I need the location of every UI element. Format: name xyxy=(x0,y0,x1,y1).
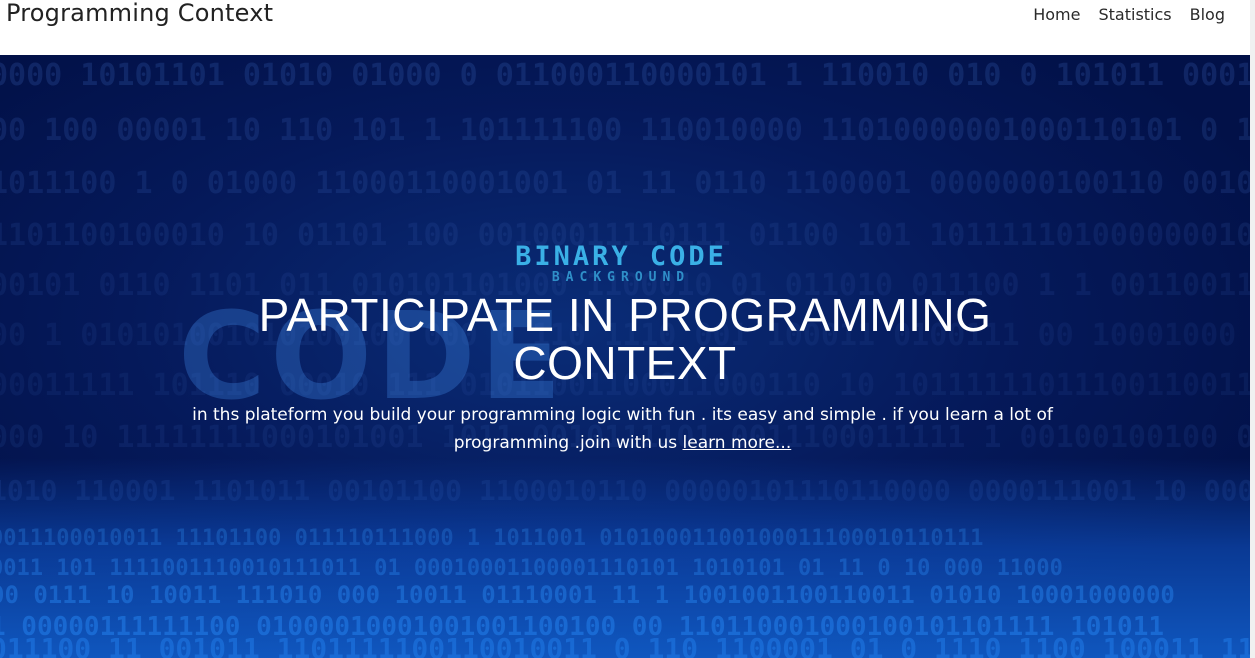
learn-more-link[interactable]: learn more... xyxy=(683,433,792,453)
hero-title: PARTICIPATE IN PROGRAMMING CONTEXT xyxy=(125,291,1125,387)
hero-description: in ths plateform you build your programm… xyxy=(160,401,1085,457)
hero-description-text: in ths plateform you build your programm… xyxy=(192,405,1053,453)
logo-sub-text: BACKGROUND xyxy=(551,270,691,285)
hero-title-line2: CONTEXT xyxy=(513,337,737,389)
binary-digit-row: 00 100 00001 10 110 101 1 101111100 1100… xyxy=(0,113,1250,148)
nav-link-blog[interactable]: Blog xyxy=(1190,5,1225,24)
nav-links: Home Statistics Blog xyxy=(1033,5,1225,24)
binary-digit-row: 0000 10101101 01010 01000 0 011000110000… xyxy=(0,58,1250,93)
logo-main-text: BINARY CODE xyxy=(515,241,727,272)
navbar: Programming Context Home Statistics Blog xyxy=(0,0,1250,55)
hero-section: 0000 10101101 01010 01000 0 011000110000… xyxy=(0,55,1250,658)
page-scrollbar[interactable] xyxy=(1250,0,1255,658)
binary-digit-row: 1011100 1 0 01000 11000110001001 01 11 0… xyxy=(0,166,1250,201)
nav-link-statistics[interactable]: Statistics xyxy=(1098,5,1171,24)
binary-code-logo: BINARY CODE BACKGROUND xyxy=(475,243,767,285)
nav-link-home[interactable]: Home xyxy=(1033,5,1080,24)
binary-floor-glow xyxy=(0,458,1250,658)
brand-title[interactable]: Programming Context xyxy=(6,0,273,27)
hero-title-line1: PARTICIPATE IN PROGRAMMING xyxy=(258,289,992,341)
